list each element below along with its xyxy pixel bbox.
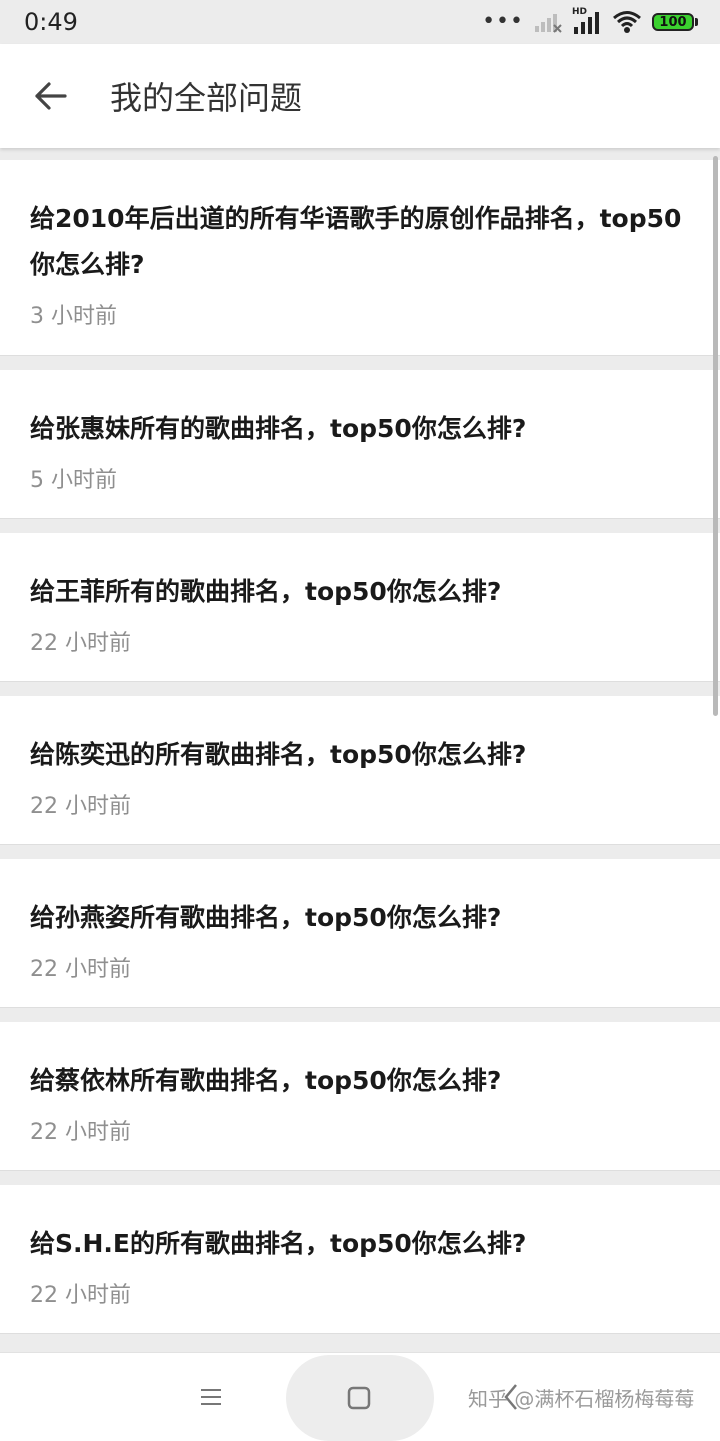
battery-tip <box>695 18 698 26</box>
question-title[interactable]: 给蔡依林所有歌曲排名，top50你怎么排? <box>30 1058 690 1104</box>
status-time: 0:49 <box>24 8 78 36</box>
battery-level: 100 <box>652 13 694 31</box>
question-time: 22 小时前 <box>30 1283 131 1308</box>
question-time: 3 小时前 <box>30 304 117 329</box>
scrollbar[interactable] <box>713 156 718 716</box>
question-card[interactable]: 给蔡依林所有歌曲排名，top50你怎么排? 22 小时前 <box>0 1022 720 1171</box>
question-title[interactable]: 给2010年后出道的所有华语歌手的原创作品排名，top50你怎么排? <box>30 196 690 288</box>
watermark: 知乎 @满杯石榴杨梅莓莓 <box>468 1387 695 1411</box>
wifi-icon <box>613 11 641 33</box>
home-icon[interactable] <box>346 1385 372 1411</box>
system-nav-bar: 知乎 @满杯石榴杨梅莓莓 <box>0 1352 720 1441</box>
question-time: 22 小时前 <box>30 1120 131 1145</box>
question-list: 给2010年后出道的所有华语歌手的原创作品排名，top50你怎么排? 3 小时前… <box>0 160 720 1348</box>
question-title[interactable]: 给孙燕姿所有歌曲排名，top50你怎么排? <box>30 895 690 941</box>
app-bar: 我的全部问题 <box>0 44 720 148</box>
status-icons: ••• HD 100 <box>482 7 698 35</box>
page-title: 我的全部问题 <box>110 79 303 117</box>
question-time: 22 小时前 <box>30 957 131 982</box>
question-time: 5 小时前 <box>30 468 117 493</box>
question-card[interactable]: 给陈奕迅的所有歌曲排名，top50你怎么排? 22 小时前 <box>0 696 720 845</box>
more-dots-icon: ••• <box>482 9 524 34</box>
question-card[interactable]: 给孙燕姿所有歌曲排名，top50你怎么排? 22 小时前 <box>0 859 720 1008</box>
question-title[interactable]: 给张惠妹所有的歌曲排名，top50你怎么排? <box>30 406 690 452</box>
question-time: 22 小时前 <box>30 631 131 656</box>
question-title[interactable]: 给陈奕迅的所有歌曲排名，top50你怎么排? <box>30 732 690 778</box>
question-card[interactable]: 给2010年后出道的所有华语歌手的原创作品排名，top50你怎么排? 3 小时前 <box>0 160 720 356</box>
status-bar: 0:49 ••• HD 100 <box>0 0 720 44</box>
battery-indicator: 100 <box>652 13 698 31</box>
signal-icon: HD <box>572 7 602 35</box>
question-title[interactable]: 给王菲所有的歌曲排名，top50你怎么排? <box>30 569 690 615</box>
question-title[interactable]: 给S.H.E的所有歌曲排名，top50你怎么排? <box>30 1221 690 1267</box>
menu-icon <box>201 1389 221 1405</box>
question-card[interactable]: 给王菲所有的歌曲排名，top50你怎么排? 22 小时前 <box>0 533 720 682</box>
back-button[interactable] <box>0 44 100 148</box>
back-arrow-icon <box>35 82 67 110</box>
question-time: 22 小时前 <box>30 794 131 819</box>
question-card[interactable]: 给S.H.E的所有歌曲排名，top50你怎么排? 22 小时前 <box>0 1185 720 1334</box>
signal-empty-icon <box>535 14 562 33</box>
question-card[interactable]: 给张惠妹所有的歌曲排名，top50你怎么排? 5 小时前 <box>0 370 720 519</box>
menu-button[interactable] <box>196 1379 226 1415</box>
